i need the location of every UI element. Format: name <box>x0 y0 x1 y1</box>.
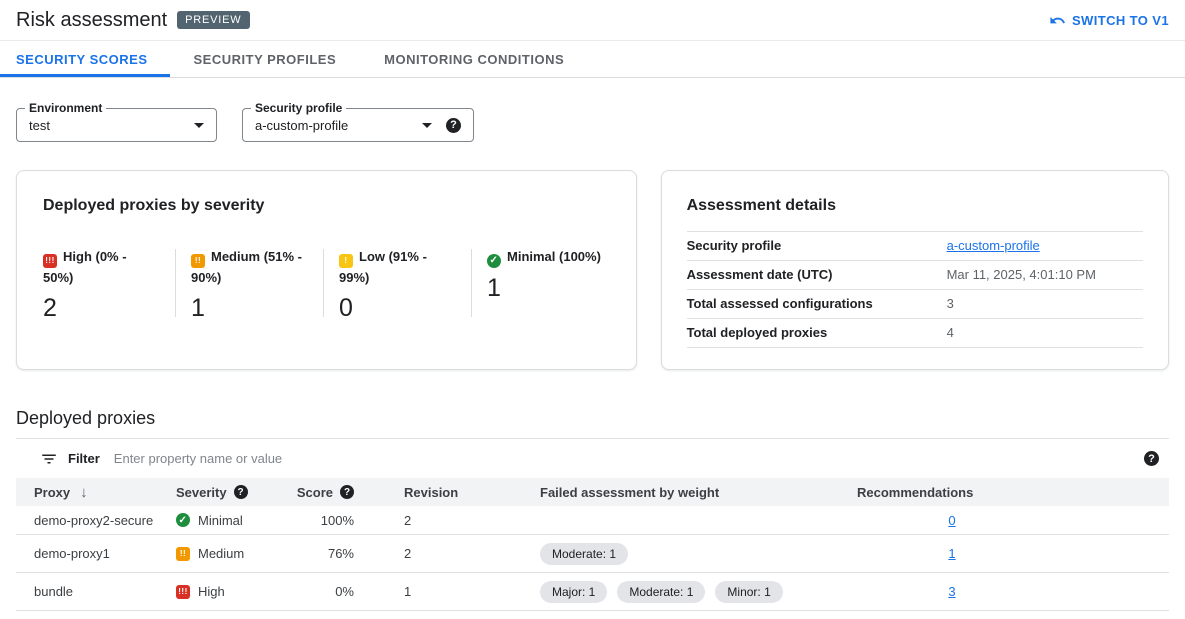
failed-assessment-cell: Moderate: 1 <box>508 543 830 565</box>
column-header-revision[interactable]: Revision <box>384 485 508 500</box>
stat-minimal-value: 1 <box>487 274 604 303</box>
revision-value: 2 <box>384 546 508 561</box>
low-severity-icon: ! <box>339 254 353 268</box>
stat-minimal-label: Minimal (100%) <box>507 249 601 264</box>
stat-medium-value: 1 <box>191 294 308 323</box>
proxy-name: demo-proxy1 <box>16 546 176 561</box>
environment-select[interactable]: Environment test <box>16 108 217 142</box>
filters-row: Environment test Security profile a-cust… <box>16 108 1169 142</box>
stat-divider <box>471 249 472 317</box>
revision-value: 1 <box>384 584 508 599</box>
undo-icon <box>1049 12 1066 29</box>
page-title: Risk assessment <box>16 9 167 32</box>
weight-chip: Major: 1 <box>540 581 607 603</box>
security-profile-select-value: a-custom-profile <box>255 118 412 133</box>
severity-label: Minimal <box>198 513 243 528</box>
summary-cards: Deployed proxies by severity !!!High (0%… <box>16 170 1169 370</box>
failed-assessment-cell: Major: 1 Moderate: 1 Minor: 1 <box>508 581 830 603</box>
score-value: 0% <box>322 584 384 599</box>
stat-divider <box>175 249 176 317</box>
filter-label: Filter <box>68 451 100 466</box>
dropdown-caret-icon <box>422 123 432 128</box>
weight-chip: Moderate: 1 <box>540 543 628 565</box>
table-filter-input[interactable] <box>114 451 1144 466</box>
weight-chip: Moderate: 1 <box>617 581 705 603</box>
table-row: bundle !!! High 0% 1 Major: 1 Moderate: … <box>16 573 1169 611</box>
stat-minimal: ✓ Minimal (100%) 1 <box>487 247 604 323</box>
tab-monitoring-conditions[interactable]: MONITORING CONDITIONS <box>360 41 588 77</box>
preview-badge: PREVIEW <box>177 11 249 29</box>
stat-divider <box>323 249 324 317</box>
column-header-proxy[interactable]: Proxy ↓ <box>16 484 176 501</box>
stat-low-value: 0 <box>339 294 456 323</box>
weight-chip: Minor: 1 <box>715 581 782 603</box>
switch-to-v1-link[interactable]: SWITCH TO V1 <box>1049 12 1169 29</box>
table-filter-bar: Filter ? <box>16 438 1169 478</box>
security-profile-link[interactable]: a-custom-profile <box>947 238 1040 253</box>
filter-list-icon <box>40 450 58 468</box>
environment-select-value: test <box>29 118 184 133</box>
table-header-row: Proxy ↓ Severity ? Score ? Revision Fail… <box>16 478 1169 506</box>
proxy-name: bundle <box>16 584 176 599</box>
detail-row-security-profile: Security profile a-custom-profile <box>687 231 1143 261</box>
severity-stats: !!!High (0% - 50%) 2 !!Medium (51% - 90%… <box>43 247 610 323</box>
stat-high: !!!High (0% - 50%) 2 <box>43 247 160 323</box>
medium-severity-icon: !! <box>176 547 190 561</box>
stat-high-value: 2 <box>43 294 160 323</box>
minimal-severity-icon: ✓ <box>487 254 501 268</box>
high-severity-icon: !!! <box>43 254 57 268</box>
minimal-severity-icon: ✓ <box>176 513 190 527</box>
security-profile-select-label: Security profile <box>251 101 346 115</box>
switch-to-v1-label: SWITCH TO V1 <box>1072 13 1169 28</box>
severity-label: Medium <box>198 546 244 561</box>
severity-card-title: Deployed proxies by severity <box>43 197 610 215</box>
stat-medium: !!Medium (51% - 90%) 1 <box>191 247 308 323</box>
sort-descending-icon[interactable]: ↓ <box>80 484 88 501</box>
stat-medium-label: Medium (51% - 90%) <box>191 249 302 285</box>
detail-row-total-proxies: Total deployed proxies 4 <box>687 319 1143 348</box>
score-value: 76% <box>322 546 384 561</box>
recommendations-link[interactable]: 3 <box>948 584 955 599</box>
severity-help-icon[interactable]: ? <box>234 485 248 499</box>
severity-label: High <box>198 584 225 599</box>
assessment-card-title: Assessment details <box>687 197 1143 215</box>
deployed-proxies-title: Deployed proxies <box>16 408 1169 429</box>
table-row: demo-proxy2-secure ✓ Minimal 100% 2 0 <box>16 506 1169 535</box>
column-header-failed-assessment[interactable]: Failed assessment by weight <box>508 485 830 500</box>
security-profile-select[interactable]: Security profile a-custom-profile ? <box>242 108 474 142</box>
detail-row-assessment-date: Assessment date (UTC) Mar 11, 2025, 4:01… <box>687 261 1143 290</box>
tab-security-profiles[interactable]: SECURITY PROFILES <box>170 41 361 77</box>
recommendations-link[interactable]: 1 <box>948 546 955 561</box>
dropdown-caret-icon <box>194 123 204 128</box>
table-help-icon[interactable]: ? <box>1144 451 1159 466</box>
assessment-details-card: Assessment details Security profile a-cu… <box>661 170 1169 370</box>
column-header-score[interactable]: Score ? <box>322 485 384 500</box>
stat-low: !Low (91% - 99%) 0 <box>339 247 456 323</box>
page-header: Risk assessment PREVIEW SWITCH TO V1 <box>0 0 1185 41</box>
high-severity-icon: !!! <box>176 585 190 599</box>
detail-row-total-configurations: Total assessed configurations 3 <box>687 290 1143 319</box>
tab-bar: SECURITY SCORES SECURITY PROFILES MONITO… <box>0 41 1185 78</box>
revision-value: 2 <box>384 513 508 528</box>
deployed-proxies-table-block: Filter ? Proxy ↓ Severity ? Score ? Revi… <box>16 438 1169 611</box>
recommendations-link[interactable]: 0 <box>948 513 955 528</box>
column-header-recommendations[interactable]: Recommendations <box>830 485 1169 500</box>
table-row: demo-proxy1 !! Medium 76% 2 Moderate: 1 … <box>16 535 1169 573</box>
severity-summary-card: Deployed proxies by severity !!!High (0%… <box>16 170 637 370</box>
environment-select-label: Environment <box>25 101 106 115</box>
security-profile-help-icon[interactable]: ? <box>446 118 461 133</box>
proxy-name: demo-proxy2-secure <box>16 513 176 528</box>
tab-security-scores[interactable]: SECURITY SCORES <box>0 41 170 77</box>
score-help-icon[interactable]: ? <box>340 485 354 499</box>
medium-severity-icon: !! <box>191 254 205 268</box>
assessment-detail-rows: Security profile a-custom-profile Assess… <box>687 231 1143 348</box>
score-value: 100% <box>322 513 384 528</box>
